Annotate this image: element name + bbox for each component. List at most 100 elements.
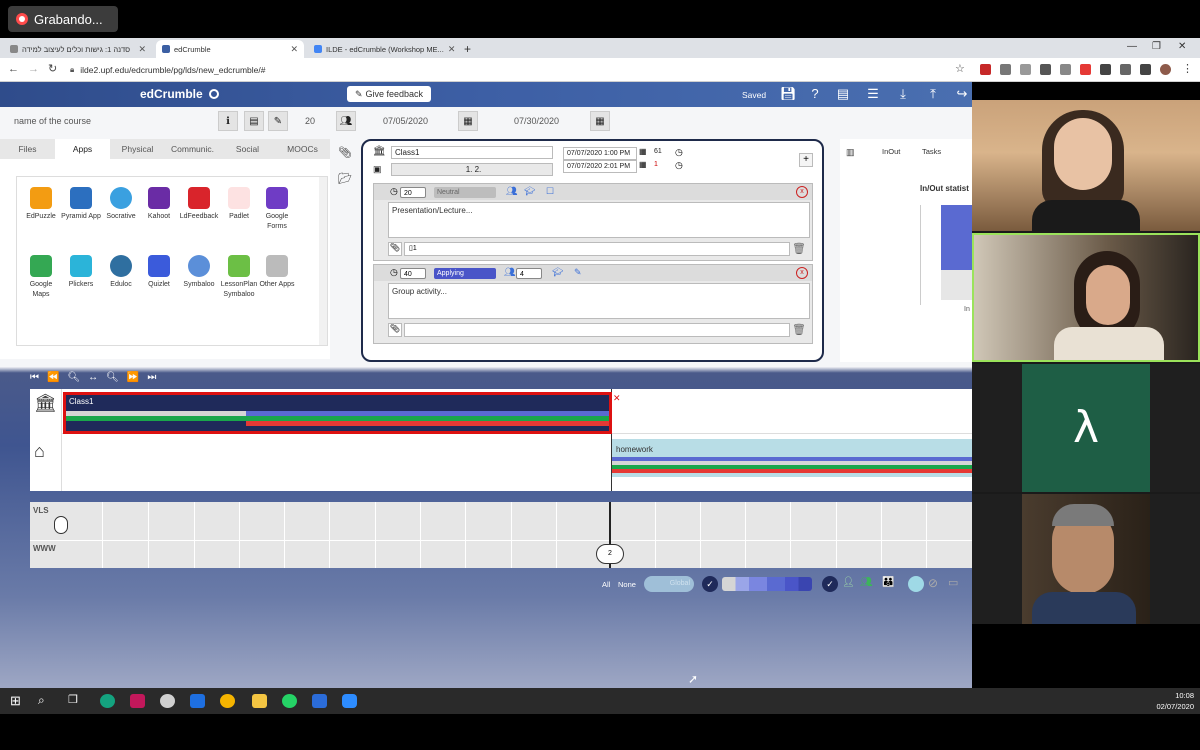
recording-indicator[interactable]: Grabando...	[8, 6, 118, 32]
duration-value[interactable]: 61	[654, 148, 662, 155]
skip-start-icon[interactable]: ⏮	[30, 372, 39, 386]
attach-button[interactable]: 📎︎	[388, 323, 402, 337]
filter-all[interactable]: All	[602, 580, 610, 589]
app-socrative[interactable]: Socrative	[101, 187, 141, 222]
task-description[interactable]: Presentation/Lecture...	[388, 202, 810, 238]
give-feedback-button[interactable]: ✎ Give feedback	[347, 86, 431, 102]
attach-button[interactable]: 📎︎	[388, 242, 402, 256]
person-icon[interactable]: 👤︎	[842, 577, 855, 588]
filter-none[interactable]: None	[618, 580, 636, 589]
app-padlet[interactable]: Padlet	[219, 187, 259, 222]
add-task-button[interactable]: +	[799, 153, 813, 167]
group-icon[interactable]: 👥︎	[504, 267, 515, 278]
teams-app-icon[interactable]	[100, 694, 115, 708]
bookmark-star-icon[interactable]: ☆	[955, 62, 965, 75]
edit-icon[interactable]: ✎	[574, 267, 582, 278]
no-icon[interactable]: ⊘	[928, 576, 938, 590]
extension-icon[interactable]	[1080, 64, 1091, 75]
save-icon[interactable]: 💾︎	[780, 87, 797, 101]
tab-physical[interactable]: Physical	[110, 139, 165, 159]
dropbox-icon[interactable]	[190, 694, 205, 708]
students-count[interactable]: 20	[305, 116, 315, 126]
trash-icon[interactable]: 🗑︎	[792, 242, 806, 255]
task-level-select[interactable]: Applying	[434, 268, 496, 279]
course-name-input[interactable]: name of the course	[14, 116, 91, 126]
check-icon[interactable]: ✓	[822, 576, 838, 592]
zoom-in-icon[interactable]: 🔍︎	[106, 372, 119, 386]
close-window-icon[interactable]: ✕	[1178, 41, 1186, 52]
zoom-out-icon[interactable]: 🔍︎	[67, 372, 80, 386]
app-lessonplan[interactable]: LessonPlan Symbaloo	[219, 255, 259, 300]
extension-icon[interactable]	[1060, 64, 1071, 75]
calendar-icon[interactable]: ▦	[639, 147, 647, 156]
task-description[interactable]: Group activity...	[388, 283, 810, 319]
fit-icon[interactable]: ↔	[88, 372, 98, 386]
app-other[interactable]: Other Apps	[257, 255, 297, 290]
participant-tile-3[interactable]: λ	[972, 364, 1200, 492]
scrollbar[interactable]	[319, 177, 327, 345]
system-clock[interactable]: 10:08 02/07/2020	[1156, 690, 1194, 712]
chart-icon[interactable]: ▥	[846, 147, 855, 158]
browser-menu-icon[interactable]: ⋮	[1182, 62, 1193, 75]
document-icon[interactable]: ▤	[836, 87, 850, 101]
calendar-icon[interactable]: ▦	[639, 160, 647, 169]
www-marker[interactable]: 2	[596, 544, 624, 564]
toggle-icon[interactable]	[908, 576, 924, 592]
tab-inout[interactable]: InOut	[882, 147, 900, 156]
extension-icon[interactable]	[1100, 64, 1111, 75]
trash-icon[interactable]: 🗑︎	[792, 323, 806, 336]
list-icon[interactable]: ▤	[244, 111, 264, 131]
teacher-icon[interactable]: 🎓︎	[552, 267, 563, 278]
close-tab-icon[interactable]: ✕	[290, 44, 298, 55]
participant-tile-2[interactable]	[972, 233, 1200, 362]
laptop-icon[interactable]: ▭	[948, 576, 958, 589]
app-pyramid[interactable]: Pyramid App	[61, 187, 101, 222]
whatsapp-icon[interactable]	[282, 694, 297, 708]
zoom-icon[interactable]	[342, 694, 357, 708]
edit-check-icon[interactable]: ✎	[268, 111, 288, 131]
search-icon[interactable]: ⌕	[38, 693, 45, 708]
vls-marker[interactable]	[54, 516, 68, 534]
clock-icon[interactable]: ◷	[675, 147, 683, 158]
browser-tab-1[interactable]: סדנה 1: גישות וכלים לעיצוב למידה ✕	[4, 40, 152, 58]
tab-tasks[interactable]: Tasks	[922, 147, 941, 156]
clock-icon[interactable]: ◷	[675, 160, 683, 171]
help-icon[interactable]: ?	[808, 87, 822, 101]
extension-icon[interactable]	[1040, 64, 1051, 75]
check-icon[interactable]: ✓	[702, 576, 718, 592]
end-datetime-field[interactable]: 07/07/2020 2:01 PM	[563, 160, 637, 173]
app-quizlet[interactable]: Quizlet	[139, 255, 179, 290]
count-value[interactable]: 1	[654, 161, 658, 168]
level-filter[interactable]	[722, 577, 812, 591]
app-symbaloo[interactable]: Symbaloo	[179, 255, 219, 290]
info-icon[interactable]: ℹ	[218, 111, 238, 131]
back-icon[interactable]: ←	[8, 63, 19, 75]
browser-tab-2[interactable]: edCrumble ✕	[156, 40, 304, 58]
reload-icon[interactable]: ↻	[48, 62, 57, 75]
remove-icon[interactable]: ✕	[613, 393, 621, 404]
start-date-field[interactable]: 07/05/2020	[383, 116, 428, 126]
participant-tile-1[interactable]	[972, 100, 1200, 231]
align-icon[interactable]: ☰	[866, 87, 880, 101]
extension-icon[interactable]	[1000, 64, 1011, 75]
homework-block[interactable]: homework	[612, 439, 972, 477]
close-tab-icon[interactable]: ✕	[448, 44, 456, 55]
task-level-select[interactable]: Neutral	[434, 187, 496, 198]
minimize-icon[interactable]: —	[1127, 41, 1137, 52]
checkbox-icon[interactable]: ☐	[546, 186, 554, 197]
calendar-icon[interactable]: ▦	[458, 111, 478, 131]
new-tab-button[interactable]: +	[458, 40, 478, 58]
task-minutes-input[interactable]: 20	[400, 187, 426, 198]
extension-icon[interactable]	[1020, 64, 1031, 75]
upload-icon[interactable]: ⤒	[926, 87, 940, 101]
app-icon[interactable]	[130, 694, 145, 708]
skip-end-icon[interactable]: ⏭	[147, 372, 156, 386]
activity-title-field[interactable]: Class1	[391, 146, 553, 159]
close-task-icon[interactable]: x	[796, 267, 808, 279]
app-kahoot[interactable]: Kahoot	[139, 187, 179, 222]
app-google-forms[interactable]: Google Forms	[257, 187, 297, 232]
rewind-icon[interactable]: ⏪	[47, 372, 59, 386]
download-icon[interactable]: ⤓	[896, 87, 910, 101]
sequence-field[interactable]: 1. 2.	[391, 163, 553, 176]
profile-avatar[interactable]	[1160, 64, 1171, 75]
